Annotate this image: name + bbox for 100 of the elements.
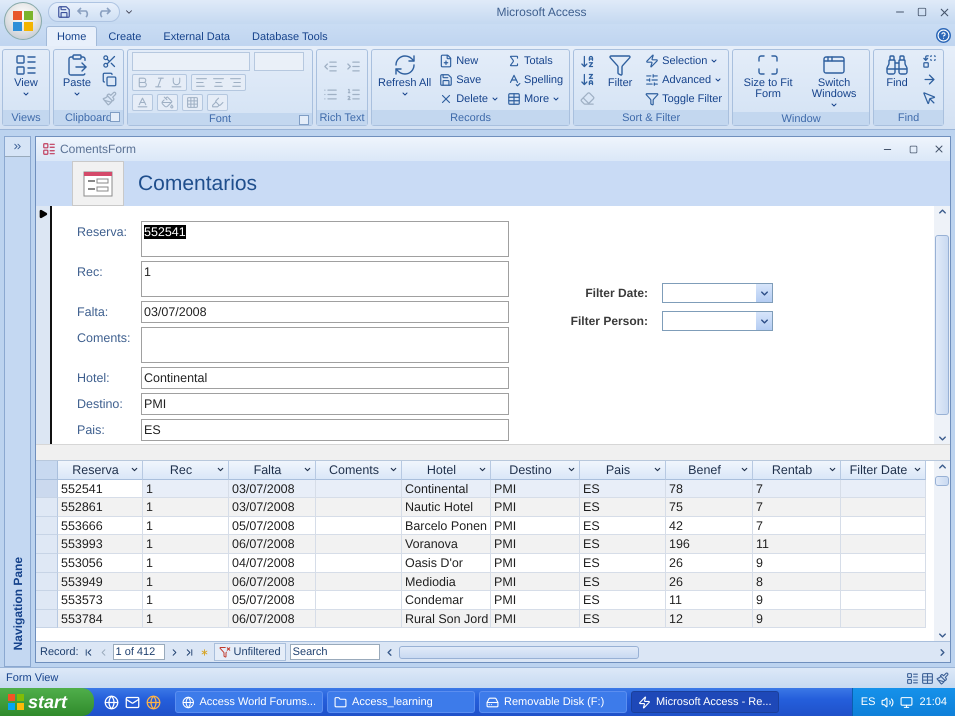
ribbon-button[interactable]: Find [878,52,916,108]
text-field[interactable]: PMI [141,393,509,415]
ribbon-button[interactable]: Spelling [505,72,566,88]
row-selector[interactable] [36,480,58,498]
expand-button[interactable] [5,137,30,157]
scrollbar[interactable] [934,461,950,641]
ribbon-button[interactable]: Advanced [643,72,724,88]
text-field[interactable]: 1 [141,261,509,297]
office-button[interactable] [4,2,42,40]
last-record-button[interactable] [184,646,195,658]
mail-icon[interactable] [125,694,140,710]
double-chevron-icon [12,141,23,152]
filter-dropdown[interactable] [662,311,773,331]
column-header[interactable]: Falta [229,461,316,480]
taskbar-button[interactable]: Microsoft Access - Re... [631,691,779,713]
ribbon-button[interactable]: Save [437,72,501,88]
ribbon-tab[interactable]: Home [46,26,98,46]
table-cell: 11 [753,535,841,554]
align-center-icon [212,76,225,89]
align-right-icon [229,76,242,89]
table-cell: 1 [143,591,229,610]
taskbar-button[interactable]: Access_learning [327,691,475,713]
navigation-pane-label[interactable]: Navigation Pane [10,556,24,650]
column-header[interactable]: Hotel [402,461,491,480]
text-field[interactable]: Continental [141,367,509,389]
ribbon-button[interactable]: Delete [437,90,501,107]
monitor-icon[interactable] [900,696,914,708]
record-position-field[interactable]: 1 of 412 [112,644,165,660]
save-icon[interactable] [57,5,71,19]
column-header[interactable]: Pais [580,461,666,480]
record-selector[interactable] [36,206,52,444]
ribbon-button[interactable]: Totals [505,53,566,70]
caret-icon [830,101,838,109]
dialog-launcher[interactable] [299,115,309,125]
ribbon-button[interactable]: Size to Fit Form [737,52,800,110]
funnel-icon [218,646,231,658]
scrollbar[interactable] [934,206,950,444]
ribbon-tab[interactable]: Database Tools [241,26,339,46]
column-header[interactable]: Coments [316,461,402,480]
ribbon-tab[interactable]: Create [97,26,152,46]
column-header[interactable]: Rec [143,461,229,480]
form-icon [83,170,113,196]
ribbon-button[interactable]: New [437,53,501,70]
form-view-icon[interactable] [906,672,919,684]
app-icon [182,696,194,708]
row-selector[interactable] [36,610,58,628]
column-header[interactable]: Filter Date [841,461,926,480]
taskbar-button[interactable]: Removable Disk (F:) [479,691,627,713]
icon-button[interactable] [100,71,119,88]
scroll-thumb[interactable] [935,476,949,486]
text-field[interactable]: 03/07/2008 [141,301,509,323]
redo-icon[interactable] [97,6,111,18]
help-button[interactable] [936,28,951,43]
column-header[interactable]: Reserva [58,461,143,480]
new-record-button[interactable] [198,646,210,658]
refresh-icon [392,53,417,77]
ribbon-button[interactable]: Selection [643,53,724,70]
table-cell: 03/07/2008 [229,498,316,517]
ribbon-button[interactable]: Switch Windows [803,52,866,110]
funnel-icon [608,53,632,77]
ribbon-button[interactable]: More [505,90,566,107]
ribbon-button[interactable]: View [7,52,45,108]
row-selector[interactable] [36,572,58,592]
browser-icon[interactable] [104,694,119,710]
datasheet-view-icon[interactable] [921,672,934,684]
new-record-icon [439,54,454,68]
column-header[interactable]: Benef [666,461,753,480]
design-view-icon[interactable] [936,672,949,684]
column-header[interactable]: Destino [491,461,580,480]
row-selector[interactable] [36,516,58,536]
column-header[interactable]: Rentab [753,461,841,480]
table-cell: ES [580,572,666,592]
ribbon-button[interactable]: Paste [58,52,96,108]
select-all-cell[interactable] [36,461,58,480]
search-field[interactable]: Search [290,644,380,660]
table-icon [507,92,521,106]
speaker-icon[interactable] [881,696,894,708]
filter-dropdown[interactable] [662,283,773,303]
row-selector[interactable] [36,591,58,610]
ribbon-button[interactable]: Refresh All [376,52,434,108]
taskbar-button[interactable]: Access World Forums... [175,691,323,713]
row-selector[interactable] [36,535,58,554]
last-icon [184,646,195,658]
ribbon-button[interactable]: Toggle Filter [643,90,724,107]
row-selector[interactable] [36,554,58,573]
ribbon-button[interactable]: Filter [601,52,640,108]
lightning-icon [645,54,660,68]
app-icon [486,696,499,708]
globe-icon[interactable] [146,694,161,710]
text-field[interactable]: 552541 [141,221,509,257]
text-field[interactable] [141,327,509,363]
text-field[interactable]: ES [141,419,509,441]
ribbon-tab[interactable]: External Data [152,26,242,46]
start-button[interactable]: start [0,688,94,716]
language-indicator[interactable]: ES [860,696,876,708]
table-cell: ES [580,554,666,573]
dialog-launcher[interactable] [110,112,120,122]
filter-button[interactable]: Unfiltered [214,643,286,661]
row-selector[interactable] [36,498,58,517]
undo-icon[interactable] [77,6,91,18]
